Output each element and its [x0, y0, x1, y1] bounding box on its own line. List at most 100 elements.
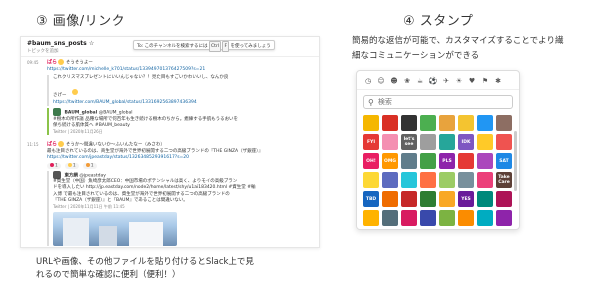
emoji-stamp[interactable] — [420, 134, 436, 150]
emoji-stamp[interactable] — [363, 172, 379, 188]
message-text: そうそうよー — [65, 60, 93, 66]
emoji-stamp[interactable] — [420, 115, 436, 131]
emoji-stamp[interactable] — [496, 134, 512, 150]
emoji-stamp[interactable]: OH! — [363, 153, 379, 169]
emoji-stamp[interactable] — [363, 210, 379, 226]
emoji-stamp[interactable]: let's see — [401, 134, 417, 150]
flag-icon[interactable]: ⚑ — [481, 77, 489, 85]
message-link[interactable]: https://twitter.com/BAUM_global/status/1… — [53, 100, 313, 106]
food-icon[interactable]: ☕ — [416, 77, 424, 85]
scrollbar[interactable] — [514, 131, 517, 191]
emoji-stamp[interactable] — [420, 210, 436, 226]
emoji-stamp[interactable]: IDK — [458, 134, 474, 150]
slack-icon[interactable]: ✱ — [494, 77, 502, 85]
quote-line: さげー — [53, 93, 67, 99]
preview-image[interactable] — [53, 211, 177, 246]
section-heading-stamp: ④ スタンプ — [403, 14, 474, 29]
search-tooltip: To: このチャンネルを検索するには Ctrl F を使ってみましょう — [133, 40, 275, 52]
stamp-description: 簡易的な返信が可能で、カスタマイズすることでより繊 細なコミュニケーションができ… — [352, 34, 580, 64]
emoji-stamp[interactable] — [458, 172, 474, 188]
clock-icon[interactable]: ◷ — [364, 77, 372, 85]
thumbs-up-icon — [67, 163, 72, 168]
caption-line: URLや画像、その他ファイルを貼り付けるとSlack上で見 — [36, 257, 254, 267]
reaction-pill[interactable]: 1 — [64, 163, 79, 169]
emoji-stamp[interactable] — [401, 210, 417, 226]
ball-icon[interactable]: ⚽ — [429, 77, 438, 85]
emoji-stamp[interactable] — [439, 134, 455, 150]
emoji-stamp[interactable] — [420, 191, 436, 207]
smile-icon[interactable]: ☺ — [377, 77, 385, 85]
emoji-stamp[interactable]: SAT — [496, 153, 512, 169]
message-link[interactable]: https://twitter.com/michelle_k701/status… — [47, 67, 313, 73]
reaction-pill[interactable]: 1 — [47, 163, 61, 169]
emoji-stamp[interactable] — [477, 134, 493, 150]
message-timestamp[interactable]: 09:45 — [27, 60, 39, 65]
emoji-icon — [58, 59, 65, 65]
message[interactable]: 11:15 ぱら そうか〜間違いないか〜ふいんたなー（みさわ） 最も注目されてい… — [21, 139, 319, 247]
section-heading-image-link: ③ 画像/リンク — [36, 14, 126, 29]
link-unfurl[interactable]: BAUM_global @BAUM_global #樹木の所作謳 品種な場所で何… — [47, 108, 313, 135]
emoji-stamp[interactable] — [496, 191, 512, 207]
emoji-stamp[interactable] — [401, 172, 417, 188]
emoji-stamp[interactable] — [382, 134, 398, 150]
reaction-count: 1 — [90, 163, 94, 169]
emoji-stamp[interactable]: PLS — [439, 153, 455, 169]
emoji-stamp[interactable] — [458, 210, 474, 226]
person-icon[interactable]: ☻ — [390, 77, 398, 85]
emoji-stamp[interactable] — [382, 210, 398, 226]
emoji-search-box[interactable]: ⚲ — [363, 95, 513, 109]
bulb-icon[interactable]: ☀ — [455, 77, 463, 85]
reactions: 1 1 1 — [47, 163, 313, 169]
emoji-stamp[interactable]: TBD — [363, 191, 379, 207]
emoji-stamp[interactable] — [477, 153, 493, 169]
reaction-pill[interactable]: 1 — [82, 163, 97, 169]
emoji-stamp[interactable]: YES — [458, 191, 474, 207]
emoji-stamp[interactable] — [458, 153, 474, 169]
emoji-stamp[interactable] — [382, 172, 398, 188]
emoji-stamp[interactable] — [477, 191, 493, 207]
unfurl-author: BAUM_global — [64, 110, 98, 116]
building-shape — [63, 217, 89, 246]
emoji-stamp[interactable] — [439, 210, 455, 226]
building-shape — [99, 225, 117, 246]
emoji-stamp[interactable] — [477, 210, 493, 226]
emoji-picker: ◷ ☺ ☻ ❀ ☕ ⚽ ✈ ☀ ♥ ⚑ ✱ ⚲ FYI let's see IDK OH!OMG PLS SA… — [356, 70, 520, 230]
emoji-stamp[interactable] — [420, 153, 436, 169]
emoji-stamp[interactable]: FYI — [363, 134, 379, 150]
emoji-stamp[interactable]: OMG — [382, 153, 398, 169]
link-unfurl[interactable]: 東方網 @jpeastday #資生堂（中国）魚崎彦太郎CEO：中国市場のポテン… — [47, 170, 313, 246]
quote-line: これクリスマスプレゼントにいいんじゃない？！見た目もすごいかわいいし、なんか良 — [53, 74, 229, 80]
emoji-stamp[interactable] — [382, 115, 398, 131]
reaction-count: 1 — [55, 163, 58, 169]
emoji-stamp[interactable] — [401, 191, 417, 207]
emoji-stamp[interactable] — [458, 115, 474, 131]
emoji-stamp[interactable] — [439, 115, 455, 131]
heart-icon[interactable]: ♥ — [468, 77, 476, 85]
emoji-stamp[interactable] — [401, 115, 417, 131]
avatar — [53, 108, 61, 117]
caption-image-link: URLや画像、その他ファイルを貼り付けるとSlack上で見 れるので簡単な確認に… — [36, 256, 254, 282]
emoji-stamp[interactable] — [382, 191, 398, 207]
message[interactable]: 09:45 ぱら そうそうよー https://twitter.com/mich… — [21, 57, 319, 139]
emoji-stamp[interactable] — [477, 172, 493, 188]
emoji-search-input[interactable] — [377, 96, 498, 108]
car-icon[interactable]: ✈ — [442, 77, 450, 85]
smile-emoji-icon — [71, 88, 78, 95]
tooltip-pre-text: To: このチャンネルを検索するには — [137, 44, 208, 49]
emoji-stamp[interactable] — [496, 115, 512, 131]
emoji-stamp[interactable]: Take Care — [496, 172, 512, 188]
emoji-stamp[interactable] — [496, 210, 512, 226]
message-timestamp[interactable]: 11:15 — [27, 142, 39, 147]
emoji-stamp[interactable] — [363, 115, 379, 131]
emoji-stamp[interactable] — [477, 115, 493, 131]
leaf-icon[interactable]: ❀ — [403, 77, 411, 85]
message-link[interactable]: https://twitter.com/jpeastday/status/132… — [47, 155, 313, 161]
message-author[interactable]: ぱら — [47, 60, 57, 66]
unfurl-handle: @jpeastday — [79, 173, 106, 179]
emoji-stamp[interactable] — [439, 191, 455, 207]
emoji-stamp[interactable] — [420, 172, 436, 188]
emoji-stamp[interactable] — [401, 153, 417, 169]
message-author[interactable]: ぱら — [47, 141, 57, 147]
message-text: そうか〜間違いないか〜ふいんたなー（みさわ） — [65, 142, 165, 148]
emoji-stamp[interactable] — [439, 172, 455, 188]
